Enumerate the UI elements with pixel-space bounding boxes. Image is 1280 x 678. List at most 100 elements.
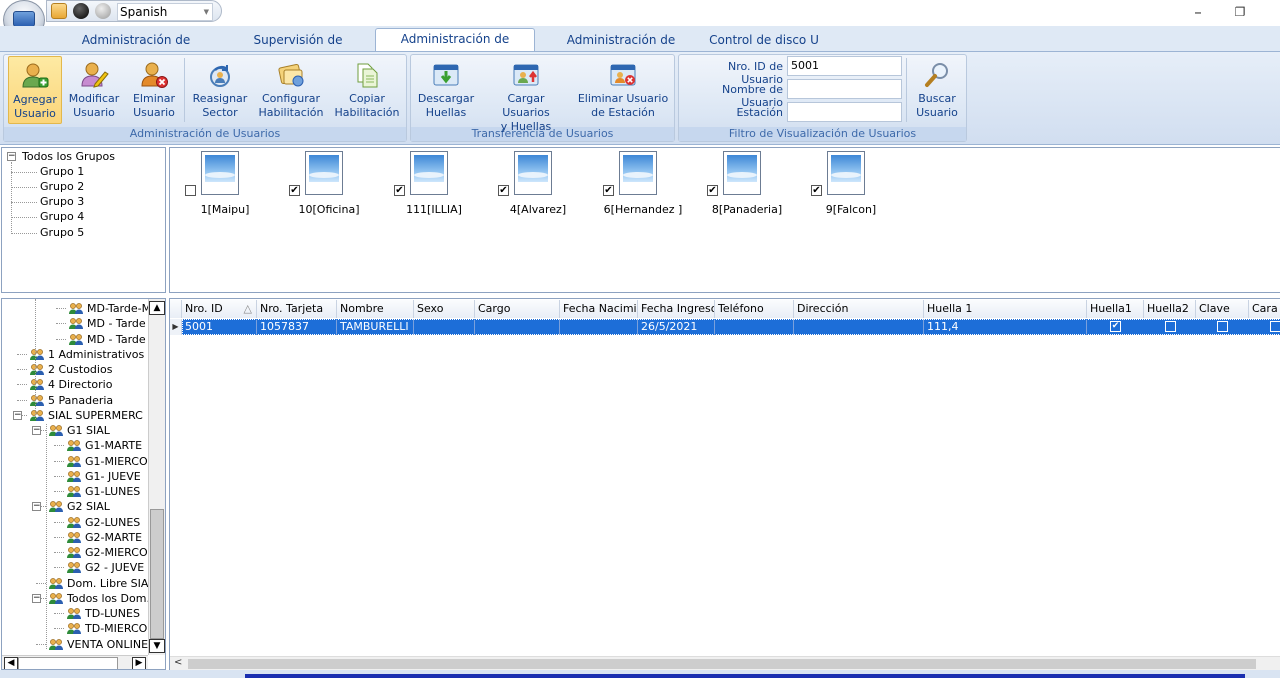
station-input[interactable] [787,102,902,122]
upload-users-button[interactable]: Cargar Usuarios y Huellas [484,56,568,133]
tree-group-item[interactable]: Grupo 3 [40,194,84,209]
tree-dept-item[interactable]: 4 Directorio [48,377,148,392]
tree-dept-item[interactable]: 2 Custodios [48,362,148,377]
station-checkbox[interactable] [185,185,196,196]
scroll-right-button[interactable]: ▶ [132,657,146,669]
clave-checkbox[interactable] [1217,321,1228,332]
col-header-name[interactable]: Nombre [337,300,414,318]
station-checkbox[interactable]: ✔ [394,185,405,196]
tree-dept-item[interactable]: VENTA ONLINE [67,637,148,652]
collapse-toggle[interactable]: − [13,410,22,420]
group-root[interactable]: Todos los Grupos [22,149,115,164]
tab-log-monitoring[interactable]: Supervisión de Registros [228,30,368,67]
row-indicator-icon[interactable]: ▶ [170,319,182,335]
cell-position[interactable] [475,319,560,335]
tree-dept-item[interactable]: G1-LUNES [85,484,148,499]
cell-fp1[interactable]: 111,4 [924,319,1087,335]
col-header-phone[interactable]: Teléfono [715,300,794,318]
tree-dept-item[interactable]: MD - Tarde [87,332,148,347]
tree-dept-item[interactable]: G1- JUEVE [85,469,148,484]
huella2-checkbox[interactable] [1165,321,1176,332]
grid-hscrollbar[interactable]: < [170,656,1280,670]
cell-name[interactable]: TAMBURELLI ( [337,319,414,335]
tree-dept-item[interactable]: G1-MARTE [85,438,148,453]
silver-theme-icon[interactable] [95,3,111,19]
col-header-fp1[interactable]: Huella 1 [924,300,1087,318]
station-checkbox[interactable]: ✔ [811,185,822,196]
collapse-toggle[interactable]: − [32,593,41,603]
cell-card[interactable]: 1057837 [257,319,337,335]
tree-dept-item[interactable]: G2 - JUEVE [85,560,148,575]
scroll-thumb[interactable] [188,659,1256,669]
tree-group-item[interactable]: Grupo 4 [40,209,84,224]
user-id-input[interactable]: 5001 [787,56,902,76]
tree-dept-item[interactable]: TD-MIERCO [85,621,148,636]
black-theme-icon[interactable] [73,3,89,19]
add-user-button[interactable]: Agregar Usuario [8,56,62,124]
minimize-button[interactable]: – [1188,3,1208,21]
tree-dept-item[interactable]: 5 Panaderia [48,393,148,408]
tree-dept-item[interactable]: TD-LUNES [85,606,148,621]
tree-dept-item[interactable]: G2 SIAL [67,499,148,514]
tree-group-item[interactable]: Grupo 1 [40,164,84,179]
tree-dept-item[interactable]: G2-MARTE [85,530,148,545]
cara-checkbox[interactable] [1270,321,1280,332]
col-header-cara[interactable]: Cara [1249,300,1280,318]
col-header-id[interactable]: Nro. ID △ [182,300,257,318]
tree-group-item[interactable]: Grupo 2 [40,179,84,194]
tree-dept-item[interactable]: Dom. Libre SIAL [67,576,148,591]
cell-phone[interactable] [715,319,794,335]
station-checkbox[interactable]: ✔ [603,185,614,196]
col-header-position[interactable]: Cargo [475,300,560,318]
tree-hscrollbar[interactable]: ◀ ▶ [2,655,148,669]
tree-dept-item[interactable]: SIAL SUPERMERC [48,408,148,423]
language-select[interactable]: Spanish ▼ [117,3,213,21]
scroll-down-button[interactable]: ▼ [149,639,165,653]
tree-dept-item[interactable]: MD-Tarde-M [87,301,148,316]
collapse-toggle[interactable]: − [32,426,41,435]
tree-dept-item[interactable]: G2-LUNES [85,515,148,530]
remove-from-station-button[interactable]: Eliminar Usuario de Estación [576,56,670,124]
col-header-address[interactable]: Dirección [794,300,924,318]
copy-enable-button[interactable]: Copiar Habilitación [332,56,402,124]
scroll-left-button[interactable]: ◀ [4,657,18,669]
tab-user-admin[interactable]: Administración de Usuarios [375,28,535,66]
tab-device-admin[interactable]: Administración de dispositivo [53,30,219,67]
collapse-toggle[interactable]: − [7,152,16,161]
tree-dept-item[interactable]: G1-MIERCO [85,454,148,469]
station-checkbox[interactable]: ✔ [707,185,718,196]
tree-dept-item[interactable]: G1 SIAL [67,423,148,438]
cell-id[interactable]: 5001 [182,319,257,335]
huella1-checkbox[interactable]: ✔ [1110,321,1121,332]
qat-app-icon[interactable] [51,3,67,19]
collapse-toggle[interactable]: − [32,502,41,512]
cell-birth[interactable] [560,319,638,335]
cell-hire[interactable]: 26/5/2021 [638,319,715,335]
col-header-huella1[interactable]: Huella1 [1087,300,1144,318]
tab-usb-disk[interactable]: Control de disco U [708,30,820,51]
tree-vscrollbar[interactable]: ▲ ▼ [148,299,165,655]
col-header-huella2[interactable]: Huella2 [1144,300,1196,318]
scroll-thumb[interactable] [150,509,164,639]
station-checkbox[interactable]: ✔ [498,185,509,196]
col-header-sex[interactable]: Sexo [414,300,475,318]
col-header-hire[interactable]: Fecha Ingreso [638,300,715,318]
download-fingerprints-button[interactable]: Descargar Huellas [416,56,476,124]
tree-group-item[interactable]: Grupo 5 [40,225,84,240]
cell-sex[interactable] [414,319,475,335]
col-header-card[interactable]: Nro. Tarjeta [257,300,337,318]
edit-user-button[interactable]: Modificar Usuario [64,56,124,124]
tree-dept-item[interactable]: MD - Tarde [87,316,148,331]
restore-button[interactable]: ❐ [1230,5,1250,19]
scroll-left-icon[interactable]: < [174,657,182,668]
tree-dept-item[interactable]: Todos los Dom. [67,591,148,606]
delete-user-button[interactable]: Elminar Usuario [128,56,180,124]
tree-dept-item[interactable]: 1 Administrativos [48,347,148,362]
search-user-button[interactable]: Buscar Usuario [912,56,962,124]
configure-enable-button[interactable]: Configurar Habilitación [256,56,326,124]
col-header-birth[interactable]: Fecha Nacimier [560,300,638,318]
user-name-input[interactable] [787,79,902,99]
reassign-sector-button[interactable]: Reasignar Sector [190,56,250,124]
scroll-up-button[interactable]: ▲ [149,301,165,315]
scroll-thumb[interactable] [18,657,118,669]
